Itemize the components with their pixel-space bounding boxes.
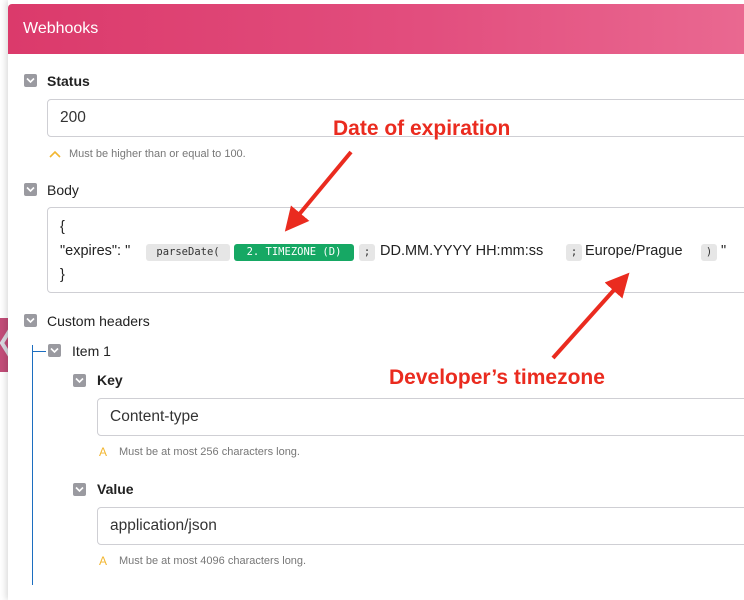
value-value: application/json xyxy=(110,517,217,534)
key-hint-text: Must be at most 256 characters long. xyxy=(119,446,300,458)
body-expires-key: "expires": " xyxy=(60,243,131,259)
body-label: Body xyxy=(47,182,79,198)
chevron-down-icon xyxy=(75,486,84,493)
character-limit-icon: A xyxy=(99,554,108,568)
tree-branch xyxy=(32,351,46,352)
value-input[interactable]: application/json xyxy=(97,507,744,545)
chevron-down-icon xyxy=(26,317,35,324)
chevron-down-icon xyxy=(75,377,84,384)
custom-headers-collapse-toggle[interactable] xyxy=(24,314,37,327)
timezone-text: Europe/Prague xyxy=(585,243,683,259)
key-collapse-toggle[interactable] xyxy=(73,374,86,387)
panel-title: Webhooks xyxy=(23,20,99,37)
key-value: Content-type xyxy=(110,408,199,425)
custom-headers-label: Custom headers xyxy=(47,313,150,329)
status-collapse-toggle[interactable] xyxy=(24,74,37,87)
panel-header: Webhooks xyxy=(8,4,744,54)
value-hint-text: Must be at most 4096 characters long. xyxy=(119,555,307,567)
separator-token: ; xyxy=(359,244,375,261)
status-hint-text: Must be higher than or equal to 100. xyxy=(69,148,246,160)
body-line-1: { xyxy=(60,219,65,235)
item-label: Item 1 xyxy=(72,343,111,359)
chevron-down-icon xyxy=(26,186,35,193)
parse-date-function-token[interactable]: parseDate( xyxy=(146,244,230,261)
body-closing-quote: " xyxy=(721,243,727,259)
separator-token: ; xyxy=(566,244,582,261)
developer-timezone-annotation: Developer’s timezone xyxy=(389,366,605,389)
status-value: 200 xyxy=(60,109,86,126)
date-format-text: DD.MM.YYYY HH:mm:ss xyxy=(380,243,544,259)
tree-line xyxy=(32,345,33,585)
value-label: Value xyxy=(97,481,134,497)
item-collapse-toggle[interactable] xyxy=(48,344,61,357)
timezone-variable-token[interactable]: 2. TIMEZONE (D) xyxy=(234,244,354,261)
body-line-3: } xyxy=(60,267,65,283)
body-collapse-toggle[interactable] xyxy=(24,183,37,196)
key-input[interactable]: Content-type xyxy=(97,398,744,436)
close-paren-token: ) xyxy=(701,244,717,261)
status-label: Status xyxy=(47,73,90,89)
value-collapse-toggle[interactable] xyxy=(73,483,86,496)
character-limit-icon: A xyxy=(99,445,108,459)
chevron-down-icon xyxy=(26,77,35,84)
date-of-expiration-annotation: Date of expiration xyxy=(333,117,511,140)
chevron-down-icon xyxy=(50,347,59,354)
key-label: Key xyxy=(97,372,123,388)
chevron-up-icon xyxy=(49,150,61,158)
